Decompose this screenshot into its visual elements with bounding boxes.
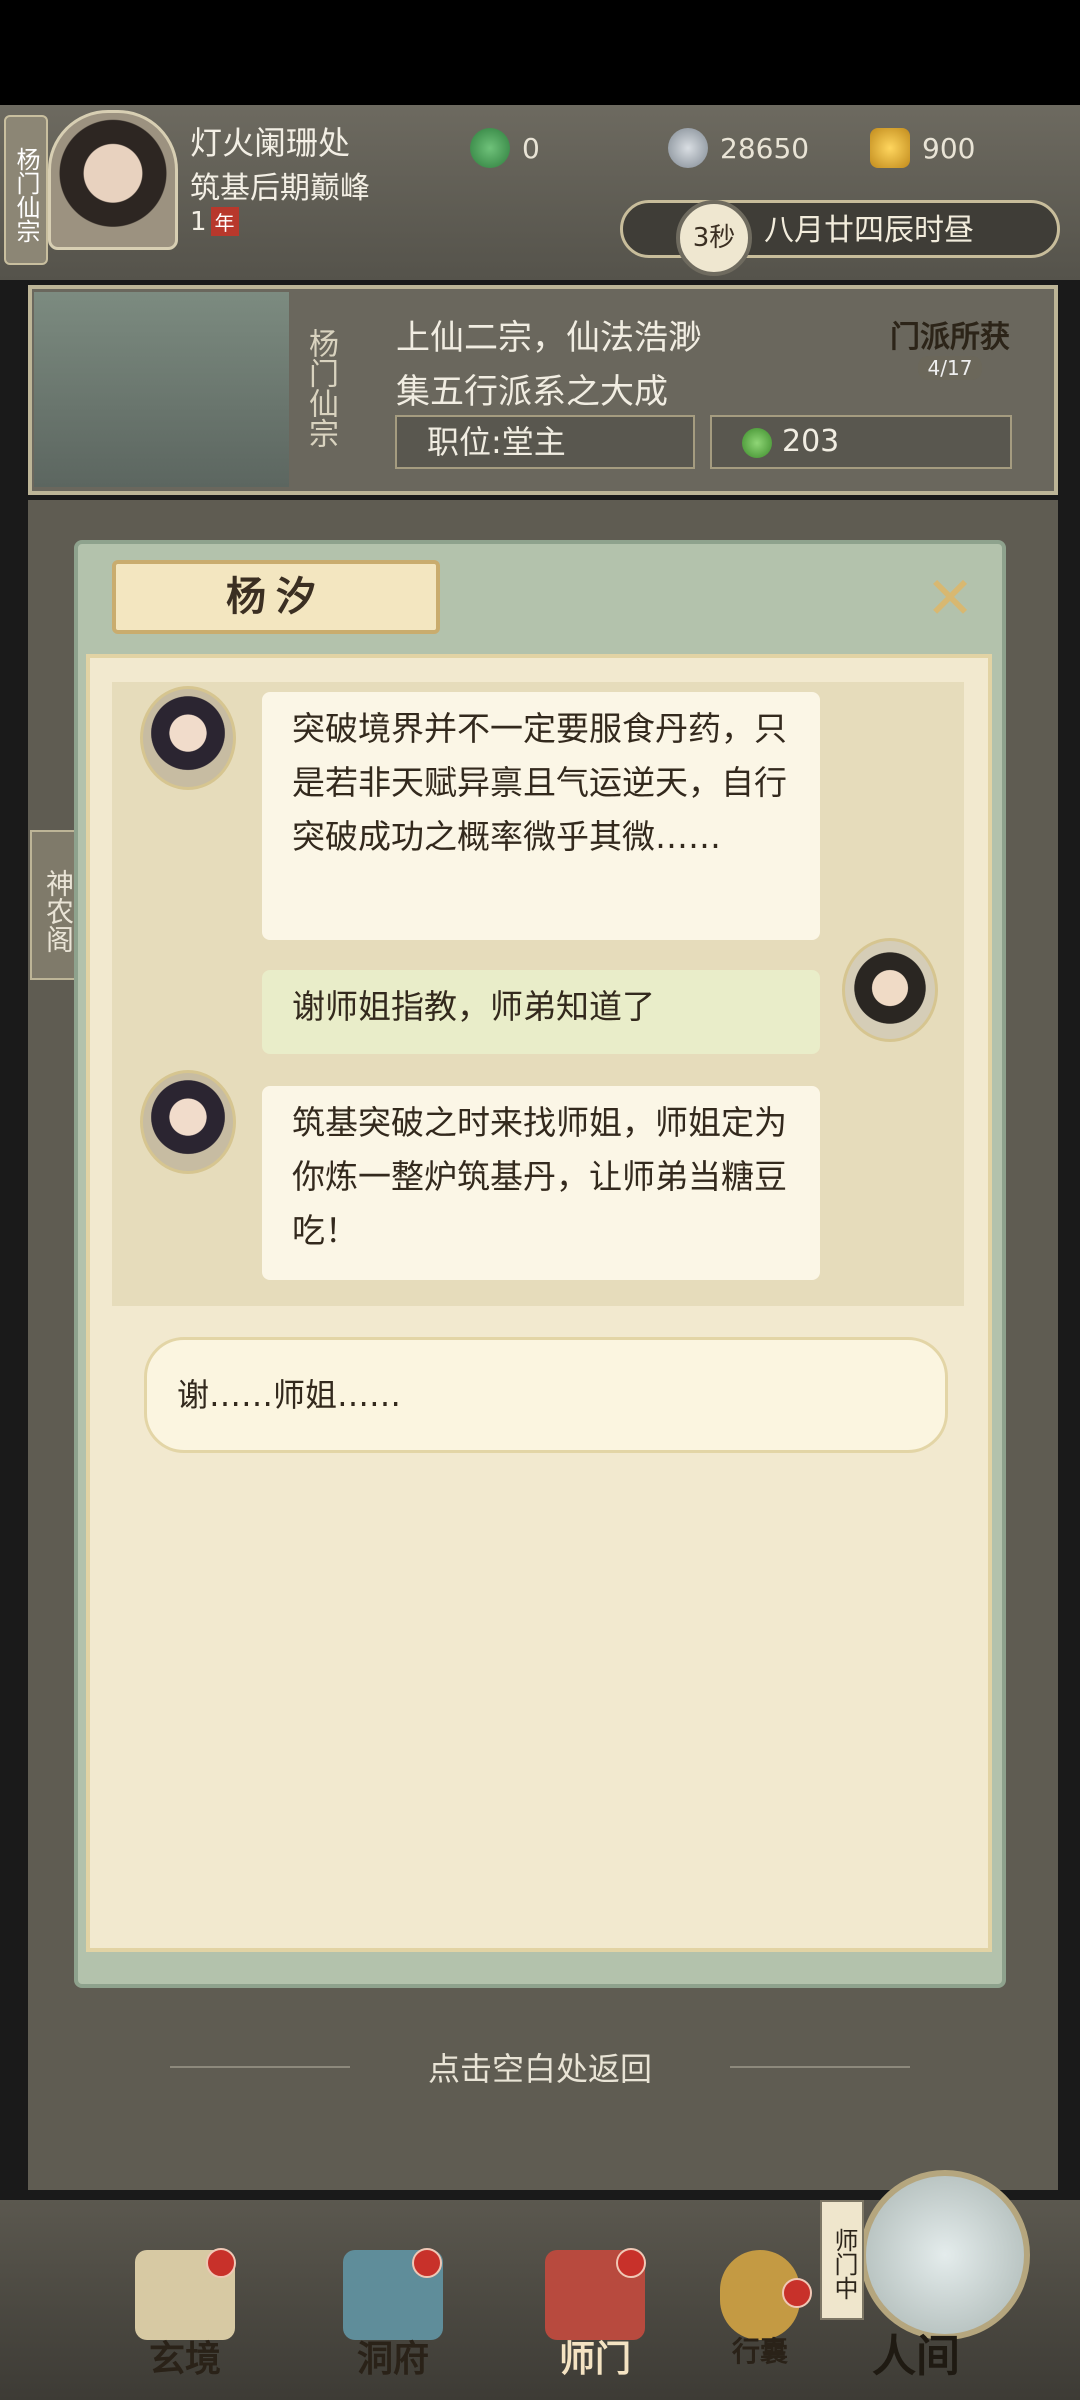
countdown-timer: 3秒 [676, 200, 752, 276]
nav-shimen[interactable]: 师门 [520, 2250, 670, 2390]
sect-name-vertical: 杨门仙宗 [303, 328, 338, 448]
sect-tag[interactable]: 杨门仙宗 [4, 115, 48, 265]
nav-label: 玄境 [148, 2338, 221, 2380]
sect-description-line1: 上仙二宗，仙法浩渺 [396, 318, 702, 358]
player-name: 灯火阑珊处 [190, 124, 351, 162]
world-icon[interactable] [860, 2170, 1030, 2340]
notification-badge [412, 2248, 442, 2278]
dialog-title: 杨汐 [112, 560, 440, 634]
player-rank: 筑基后期巅峰 [190, 171, 370, 206]
sect-landscape-image [34, 292, 289, 487]
coin-icon [668, 128, 708, 168]
nav-xuanjing[interactable]: 玄境 [110, 2250, 260, 2390]
status-bar [0, 0, 1080, 105]
reply-option[interactable]: 谢……师姐…… [144, 1337, 948, 1453]
nav-label: 行囊 [731, 2335, 788, 2368]
age-value: 1 [190, 207, 207, 237]
age-unit: 年 [210, 207, 239, 236]
player-age: 1年 [190, 207, 239, 237]
sect-contribution: 203 [710, 415, 1012, 469]
resource-value: 900 [922, 131, 976, 165]
resource-gold[interactable]: 900 [870, 125, 975, 171]
resource-coin[interactable]: 28650 [668, 125, 809, 171]
chat-message-player: 谢师姐指教，师弟知道了 [262, 970, 820, 1054]
nav-label: 师门 [558, 2338, 631, 2380]
reward-count: 4/17 [917, 356, 983, 380]
notification-badge [782, 2278, 812, 2308]
gold-icon [870, 128, 910, 168]
contribution-icon [742, 427, 772, 458]
resource-value: 28650 [720, 131, 810, 165]
player-chat-avatar [842, 938, 938, 1042]
resource-jade[interactable]: 0 [470, 125, 540, 171]
close-icon[interactable]: ✕ [920, 568, 980, 628]
shennong-pavilion-tag[interactable]: 神农阁 [30, 830, 80, 980]
sect-reward-button[interactable]: 门派所获 4/17 [880, 312, 1020, 402]
game-date: 八月廿四辰时昼 [764, 213, 974, 248]
notification-badge [616, 2248, 646, 2278]
npc-avatar [140, 686, 236, 790]
tap-to-return-hint[interactable]: 点击空白处返回 [0, 2044, 1080, 2090]
chat-message: 筑基突破之时来找师姐，师姐定为你炼一整炉筑基丹，让师弟当糖豆吃！ [262, 1086, 820, 1280]
player-avatar[interactable] [48, 110, 178, 250]
divider [730, 2066, 910, 2068]
reward-title: 门派所获 [890, 320, 1010, 355]
jade-icon [470, 128, 510, 168]
sect-status-tag: 师门中 [820, 2200, 864, 2320]
nav-dongfu[interactable]: 洞府 [318, 2250, 468, 2390]
nav-xingnang[interactable]: 行囊 [700, 2250, 820, 2390]
nav-label: 洞府 [356, 2338, 429, 2380]
npc-avatar [140, 1070, 236, 1174]
sect-position: 职位:堂主 [395, 415, 695, 469]
sect-description-line2: 集五行派系之大成 [396, 372, 668, 412]
contribution-value: 203 [782, 424, 840, 459]
resource-value: 0 [522, 131, 540, 165]
notification-badge [206, 2248, 236, 2278]
chat-message: 突破境界并不一定要服食丹药，只是若非天赋异禀且气运逆天，自行突破成功之概率微乎其… [262, 692, 820, 940]
world-button-label[interactable]: 人间 [872, 2320, 960, 2384]
